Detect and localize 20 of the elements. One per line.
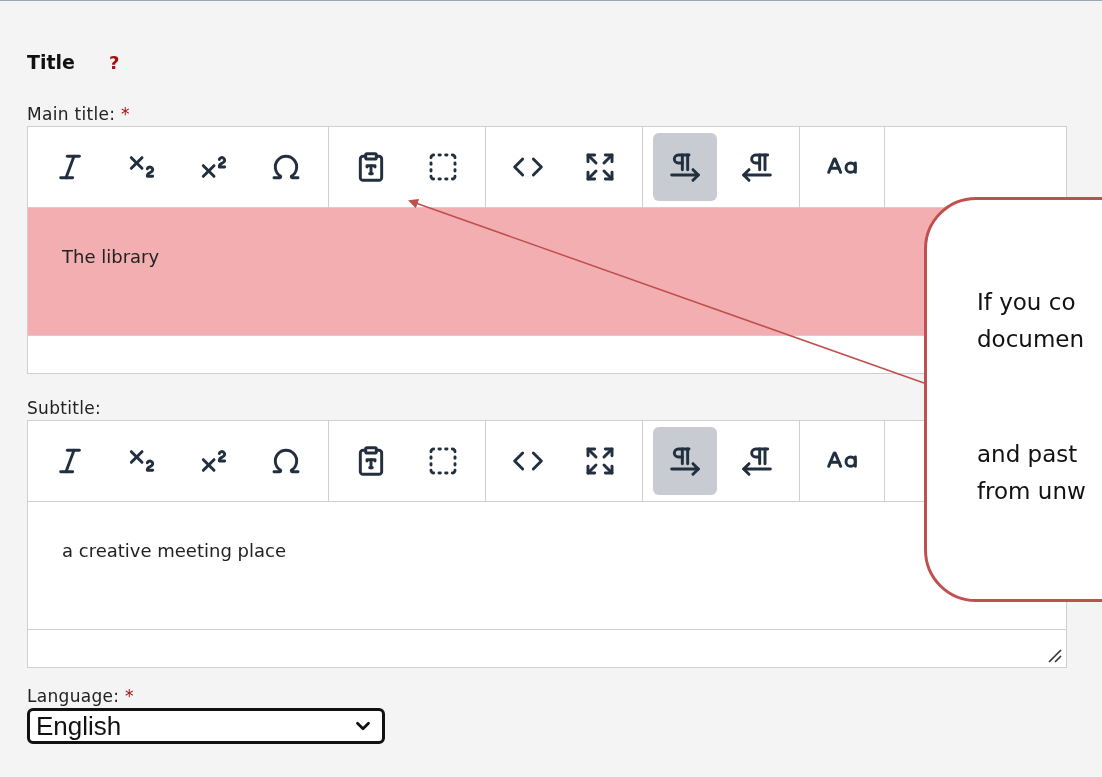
pilcrow-icon — [741, 151, 773, 183]
editor-text: a creative meeting place — [62, 540, 286, 561]
field-label: Subtitle: — [27, 398, 103, 418]
editor-text: The library — [62, 246, 160, 267]
ltr-pilcrow-button[interactable] — [653, 427, 717, 495]
select-all-icon — [427, 445, 459, 477]
pilcrow-icon — [669, 151, 701, 183]
pilcrow-icon — [741, 445, 773, 477]
field-label: Language: * — [27, 686, 135, 706]
help-link[interactable]: ? — [108, 51, 120, 73]
fullscreen-icon — [584, 151, 616, 183]
pilcrow-icon — [669, 445, 701, 477]
ltr-pilcrow-button[interactable] — [653, 133, 717, 201]
language-select[interactable]: English — [27, 708, 385, 744]
section-title: Title — [27, 51, 75, 73]
resize-grip-icon[interactable] — [1046, 647, 1062, 663]
field-label: Main title: * — [27, 104, 131, 124]
callout-text: and past — [977, 440, 1079, 469]
fullscreen-icon — [584, 445, 616, 477]
select-all-icon — [427, 151, 459, 183]
